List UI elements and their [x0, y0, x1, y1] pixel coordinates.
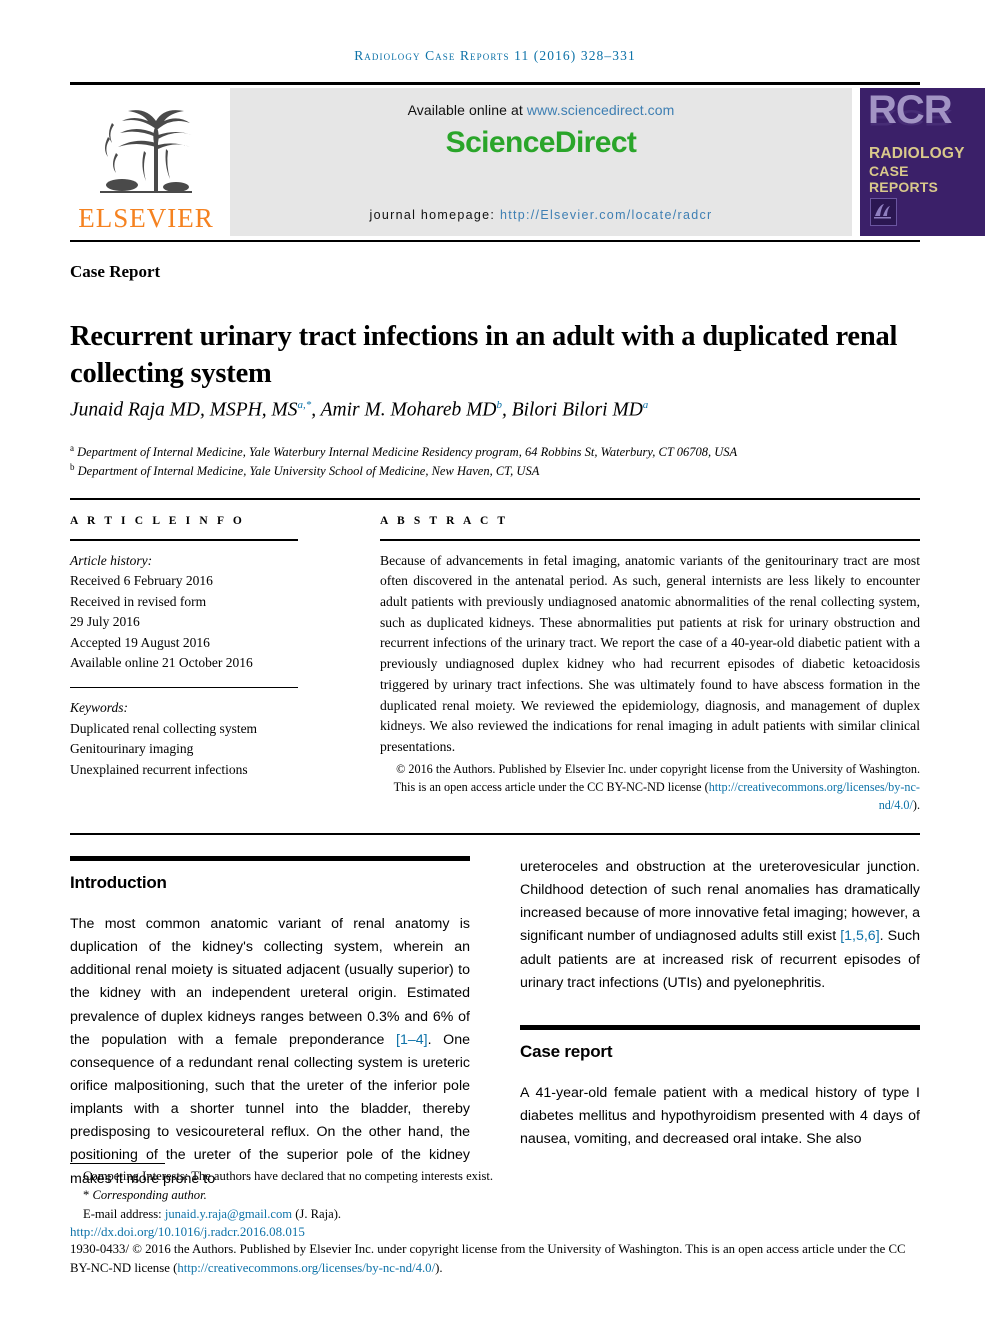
footnote-rule: [70, 1163, 165, 1165]
sciencedirect-band: Available online at www.sciencedirect.co…: [230, 88, 852, 236]
case-report-heading: Case report: [520, 1041, 613, 1061]
issn-license-link[interactable]: http://creativecommons.org/licenses/by-n…: [177, 1261, 435, 1275]
case-report-section-rule: [520, 1024, 920, 1030]
elsevier-wordmark: ELSEVIER: [78, 203, 214, 233]
sciencedirect-wordmark: ScienceDirect: [445, 126, 637, 159]
affiliation-a: a Department of Internal Medicine, Yale …: [70, 442, 930, 461]
corresponding-author-text: Corresponding author.: [92, 1188, 207, 1203]
body-right-column: ureteroceles and obstruction at the uret…: [520, 856, 920, 1151]
affiliation-marker-b: b: [70, 462, 75, 473]
abstract-copyright-tail: ).: [912, 798, 920, 813]
email-link[interactable]: junaid.y.raja@gmail.com: [165, 1207, 292, 1221]
keywords-label: Keywords:: [70, 700, 128, 716]
journal-cover-thumbnail: RCR RCR RADIOLOGY CASE REPORTS: [860, 88, 985, 236]
affiliation-marker-a: a: [70, 443, 74, 453]
received-date: Received 6 February 2016: [70, 573, 213, 589]
cover-elsevier-badge-icon: [870, 198, 897, 226]
cover-journal-name: RADIOLOGY CASE REPORTS: [869, 145, 965, 195]
intro-p1-part-a: The most common anatomic variant of rena…: [70, 916, 470, 1048]
article-info-column: A R T I C L E I N F O Article history: R…: [70, 515, 298, 780]
cover-line-1: RADIOLOGY: [869, 145, 965, 162]
abstract-copyright: © 2016 the Authors. Published by Elsevie…: [380, 760, 920, 815]
footnote-block: Competing Interests: The authors have de…: [70, 1167, 920, 1224]
article-info-divider: [70, 539, 298, 541]
affiliation-a-text: Department of Internal Medicine, Yale Wa…: [77, 445, 738, 460]
sciencedirect-url-link[interactable]: www.sciencedirect.com: [527, 102, 675, 118]
revised-date: 29 July 2016: [70, 614, 140, 630]
introduction-section-rule: [70, 856, 470, 861]
competing-interests-note: Competing Interests: The authors have de…: [83, 1169, 494, 1183]
keywords-divider: [70, 686, 298, 689]
email-label: E-mail address:: [83, 1207, 165, 1222]
abstract-license-link[interactable]: http://creativecommons.org/licenses/by-n…: [709, 780, 920, 812]
accepted-date: Accepted 19 August 2016: [70, 634, 210, 650]
available-online-date: Available online 21 October 2016: [70, 655, 253, 671]
cover-initials: RCR: [868, 88, 953, 132]
introduction-paragraph-2: ureteroceles and obstruction at the uret…: [520, 856, 920, 995]
info-top-rule: [70, 498, 920, 500]
case-report-paragraph-1: A 41-year-old female patient with a medi…: [520, 1084, 920, 1148]
info-bottom-rule: [70, 833, 920, 835]
page-title: Recurrent urinary tract infections in an…: [70, 321, 898, 389]
body-left-column: Introduction The most common anatomic va…: [70, 856, 470, 1191]
doi-link[interactable]: http://dx.doi.org/10.1016/j.radcr.2016.0…: [70, 1224, 305, 1240]
keywords-block: Keywords: Duplicated renal collecting sy…: [70, 698, 298, 780]
email-attribution: (J. Raja).: [292, 1207, 342, 1222]
abstract-text: Because of advancements in fetal imaging…: [380, 552, 920, 754]
cover-line-3: REPORTS: [869, 179, 939, 196]
running-head: Radiology Case Reports 11 (2016) 328–331: [354, 48, 636, 63]
issn-copyright-block: 1930-0433/ © 2016 the Authors. Published…: [70, 1240, 920, 1278]
introduction-heading: Introduction: [70, 873, 167, 892]
journal-homepage-line: journal homepage: http://Elsevier.com/lo…: [230, 208, 852, 222]
keyword-item: Unexplained recurrent infections: [70, 761, 248, 777]
header-rule: [70, 82, 920, 85]
journal-homepage-link[interactable]: http://Elsevier.com/locate/radcr: [500, 208, 713, 222]
cover-line-2: CASE: [869, 162, 909, 179]
affiliations: a Department of Internal Medicine, Yale …: [70, 442, 930, 481]
email-note: E-mail address: junaid.y.raja@gmail.com …: [70, 1205, 920, 1224]
affiliation-b-text: Department of Internal Medicine, Yale Un…: [77, 464, 540, 479]
keyword-item: Genitourinary imaging: [70, 741, 194, 757]
issn-copyright-tail: ).: [435, 1261, 443, 1276]
keyword-item: Duplicated renal collecting system: [70, 720, 258, 736]
article-info-heading: A R T I C L E I N F O: [70, 515, 245, 527]
article-type-label: Case Report: [70, 262, 161, 281]
corresponding-author-note: * Corresponding author.: [70, 1186, 920, 1205]
journal-homepage-label: journal homepage:: [369, 208, 500, 222]
corresponding-marker: *: [83, 1188, 90, 1203]
revised-label: Received in revised form: [70, 593, 207, 609]
abstract-column: A B S T R A C T Because of advancements …: [380, 515, 920, 815]
article-history-label: Article history:: [70, 552, 153, 568]
citation-ref-1[interactable]: [1–4]: [396, 1032, 428, 1048]
author-list: Junaid Raja MD, MSPH, MSa,*, Amir M. Moh…: [70, 399, 649, 421]
available-online-line: Available online at www.sciencedirect.co…: [230, 88, 852, 118]
affiliation-b: b Department of Internal Medicine, Yale …: [70, 461, 930, 480]
article-history-block: Article history: Received 6 February 201…: [70, 551, 298, 674]
available-online-prefix: Available online at: [407, 102, 527, 118]
introduction-paragraph-1: The most common anatomic variant of rena…: [70, 913, 470, 1191]
masthead: ELSEVIER Available online at www.science…: [70, 88, 985, 236]
abstract-divider: [380, 539, 920, 541]
elsevier-logo: ELSEVIER: [70, 88, 222, 236]
journal-article-page: Radiology Case Reports 11 (2016) 328–331: [0, 0, 990, 1320]
masthead-bottom-rule: [70, 240, 920, 242]
elsevier-tree-icon: [100, 110, 192, 193]
abstract-heading: A B S T R A C T: [380, 515, 509, 527]
citation-ref-2[interactable]: [1,5,6]: [840, 928, 879, 944]
